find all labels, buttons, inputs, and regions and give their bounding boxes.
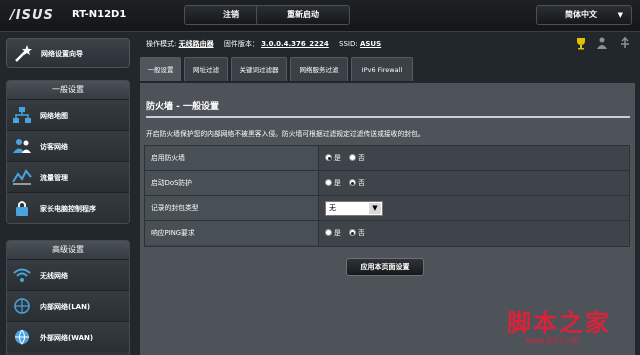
- sidebar-item-label: 家长电脑控制程序: [40, 205, 96, 213]
- radio-label: 否: [357, 179, 365, 187]
- sidebar-item-parental-control[interactable]: 家长电脑控制程序: [7, 192, 129, 223]
- dos-yes-radio[interactable]: [325, 179, 332, 186]
- chevron-down-icon: ▼: [369, 203, 381, 214]
- title-divider: [146, 116, 630, 118]
- setting-value: 是 否: [325, 171, 371, 195]
- site-watermark: 脚本之家 www.jb51.net: [505, 303, 635, 353]
- setting-row-enable-firewall: 启用防火墙 是 否: [145, 146, 629, 171]
- dos-no-radio[interactable]: [348, 179, 356, 186]
- setting-row-ping-response: 响应PING要求 是 否: [145, 221, 629, 246]
- page-title: 防火墙 - 一般设置: [146, 102, 220, 112]
- watermark-text: 脚本之家: [507, 308, 611, 337]
- sidebar-item-label: 访客网络: [40, 143, 68, 151]
- status-icons: [577, 36, 629, 50]
- firmware-value-link[interactable]: 3.0.0.4.376_2224: [261, 40, 329, 48]
- radio-label: 是: [334, 154, 341, 162]
- setting-label: 响应PING要求: [145, 221, 319, 245]
- traffic-manager-icon: [12, 169, 32, 185]
- select-value: 无: [329, 204, 336, 212]
- language-select[interactable]: 简体中文 ▼: [536, 5, 632, 25]
- setting-row-dos-protection: 启动DoS防护 是 否: [145, 171, 629, 196]
- mode-value-link[interactable]: 无线路由器: [179, 40, 214, 48]
- trophy-icon[interactable]: [577, 38, 585, 50]
- setting-label: 记录的封包类型: [145, 196, 319, 220]
- sidebar-item-label: 内部网络(LAN): [40, 303, 91, 311]
- setting-value: 是 否: [325, 146, 371, 170]
- reboot-button[interactable]: 重新启动: [256, 5, 350, 25]
- setting-label: 启动DoS防护: [145, 171, 319, 195]
- page-description: 开启防火墙保护您的内部网络不被黑客入侵。防火墙可根据过滤规定过滤传送或接收的封包…: [146, 130, 425, 138]
- usb-icon[interactable]: [621, 36, 629, 48]
- setting-value: 是 否: [325, 221, 371, 245]
- ssid-label: SSID:: [339, 40, 358, 48]
- radio-label: 是: [334, 179, 341, 187]
- sidebar-advanced: 高级设置 无线网络 内部网络(LAN) 外部网络(WAN): [6, 240, 130, 355]
- radio-label: 否: [357, 229, 365, 237]
- watermark-url: www.jb51.net: [525, 336, 580, 345]
- brand-logo: /ISUS: [10, 8, 54, 23]
- tab-url-filter[interactable]: 网址过滤: [184, 57, 228, 81]
- firewall-yes-radio[interactable]: [325, 154, 332, 161]
- sidebar-item-wireless[interactable]: 无线网络: [7, 259, 129, 290]
- sidebar-item-network-map[interactable]: 网络地图: [7, 99, 129, 130]
- top-bar: /ISUS RT-N12D1 注销 重新启动 简体中文 ▼: [0, 0, 640, 32]
- sidebar-advanced-title: 高级设置: [7, 241, 129, 259]
- ssid-value-link[interactable]: ASUS: [360, 40, 381, 48]
- radio-label: 否: [357, 154, 365, 162]
- sidebar-general: 一般设置 网络地图 访客网络 流量管理 家长电脑控制程序: [6, 80, 130, 224]
- logged-packets-select[interactable]: 无 ▼: [325, 201, 383, 216]
- tab-ipv6-firewall[interactable]: IPv6 Firewall: [351, 57, 413, 81]
- language-value: 简体中文: [565, 10, 597, 19]
- setting-label: 启用防火墙: [145, 146, 319, 170]
- ping-no-radio[interactable]: [348, 229, 356, 236]
- magic-wand-icon: [15, 45, 32, 62]
- sidebar-general-title: 一般设置: [7, 81, 129, 99]
- sidebar-item-lan[interactable]: 内部网络(LAN): [7, 290, 129, 321]
- quick-setup-button[interactable]: 网络设置向导: [6, 38, 130, 68]
- lan-icon: [14, 298, 30, 314]
- wan-icon: [15, 329, 29, 345]
- router-info-line: 操作模式: 无线路由器 固件版本： 3.0.0.4.376_2224 SSID:…: [146, 39, 389, 49]
- tab-network-service-filter[interactable]: 网络服务过滤: [290, 57, 348, 81]
- users-icon[interactable]: [597, 37, 607, 50]
- apply-button[interactable]: 应用本页面设置: [346, 258, 424, 276]
- sidebar-item-wan[interactable]: 外部网络(WAN): [7, 321, 129, 352]
- model-name: RT-N12D1: [72, 9, 127, 20]
- guest-network-icon: [13, 139, 31, 153]
- sidebar-item-label: 网络地图: [40, 112, 68, 120]
- sidebar-item-label: 流量管理: [40, 174, 68, 182]
- ping-yes-radio[interactable]: [325, 229, 332, 236]
- sidebar-item-guest-network[interactable]: 访客网络: [7, 130, 129, 161]
- sidebar-item-label: 无线网络: [40, 272, 68, 280]
- settings-table: 启用防火墙 是 否 启动DoS防护 是 否 记录的封包类型 无 ▼ 响应PING: [144, 145, 630, 247]
- setting-row-logged-packets: 记录的封包类型 无 ▼: [145, 196, 629, 221]
- sidebar-item-label: 外部网络(WAN): [40, 334, 94, 342]
- tab-general[interactable]: 一般设置: [140, 57, 181, 81]
- firmware-label: 固件版本：: [223, 40, 259, 48]
- tab-keyword-filter[interactable]: 关键词过滤器: [231, 57, 287, 81]
- network-map-icon: [13, 107, 31, 123]
- sidebar-item-traffic-manager[interactable]: 流量管理: [7, 161, 129, 192]
- quick-setup-label: 网络设置向导: [41, 50, 83, 58]
- mode-label: 操作模式:: [146, 40, 177, 48]
- chevron-down-icon: ▼: [617, 11, 623, 19]
- radio-label: 是: [334, 229, 341, 237]
- firewall-no-radio[interactable]: [348, 154, 356, 161]
- parental-control-icon: [16, 201, 28, 216]
- wireless-icon: [13, 268, 31, 282]
